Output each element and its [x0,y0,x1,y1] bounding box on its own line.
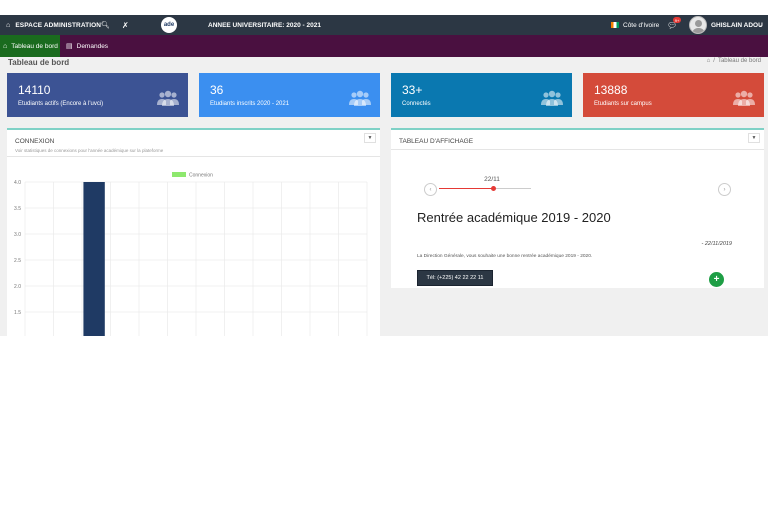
nav-item-label: Demandes [76,42,109,50]
nav-bar: ⌂ Tableau de bord ▤ Demandes [0,35,768,57]
y-tick-label: 2.5 [14,258,21,264]
stat-label: Connectés [402,101,431,107]
nav-item-tableau-de-bord[interactable]: ⌂ Tableau de bord [0,35,60,57]
nav-item-demandes[interactable]: ▤ Demandes [66,35,108,57]
y-tick-label: 4.0 [14,180,21,186]
connexion-chart: Connexion4.03.53.02.52.01.51.0 [14,172,368,336]
users-icon [157,90,179,106]
collapse-chevron-icon[interactable]: ▼ [364,133,376,143]
breadcrumb-separator: / [713,58,715,64]
breadcrumb: ⌂ / Tableau de bord [707,58,761,64]
brand[interactable]: ⌂ ESPACE ADMINISTRATION [6,15,101,35]
logo-text: ade [163,22,175,28]
page-title: Tableau de bord [8,58,70,67]
stat-card-enrolled-students[interactable]: 36 Etudiants inscrits 2020 - 2021 [199,73,380,117]
collapse-chevron-icon[interactable]: ▼ [748,133,760,143]
stat-value: 14110 [18,83,51,97]
stat-value: 33+ [402,83,423,97]
country-selector[interactable]: Côte d'Ivoire [611,15,659,35]
home-icon: ⌂ [6,21,11,29]
brand-label: ESPACE ADMINISTRATION [15,21,102,29]
top-bar: ⌂ ESPACE ADMINISTRATION 🔍︎ ✗ ade ANNEE U… [0,15,768,35]
panel-title: CONNEXION [15,138,55,145]
nav-item-label: Tableau de bord [11,42,58,50]
app-frame: ⌂ ESPACE ADMINISTRATION 🔍︎ ✗ ade ANNEE U… [0,15,768,336]
logo: ade [161,17,177,33]
y-tick-label: 1.5 [14,310,21,316]
users-icon [541,90,563,106]
add-icon[interactable]: + [709,272,724,287]
y-tick-label: 3.0 [14,232,21,238]
phone-button[interactable]: Tél: (+225) 42 22 22 11 [417,270,493,286]
legend-swatch [172,172,186,177]
panel-title: TABLEAU D'AFFICHAGE [399,138,474,145]
home-icon[interactable]: ⌂ [707,58,711,64]
ivory-coast-flag-icon [611,22,619,28]
username[interactable]: GHISLAIN ADOU [711,15,763,35]
stat-label: Etudiants sur campus [594,101,652,107]
users-icon [349,90,371,106]
stat-card-active-students[interactable]: 14110 Etudiants actifs (Encore à l'uvci) [7,73,188,117]
chevron-down-icon[interactable]: ⌄ [757,15,763,35]
previous-arrow-icon[interactable]: ‹ [424,183,437,196]
timeline-progress [439,188,494,189]
academic-year: ANNEE UNIVERSITAIRE: 2020 - 2021 [208,21,321,29]
y-tick-label: 3.5 [14,206,21,212]
users-icon [733,90,755,106]
slide-timeline[interactable] [439,186,531,191]
requests-icon: ▤ [66,43,73,50]
connexion-panel: CONNEXION Voir statistiques de connexion… [7,128,380,336]
stat-card-campus-students[interactable]: 13888 Etudiants sur campus [583,73,764,117]
announcement-date: - 22/11/2019 [701,241,732,247]
stat-card-connected[interactable]: 33+ Connectés [391,73,572,117]
stat-value: 36 [210,83,224,97]
legend-label: Connexion [189,173,213,179]
y-tick-label: 2.0 [14,284,21,290]
announcement-text: La Direction Générale, vous souhaite une… [417,254,593,259]
panel-subtitle: Voir statistiques de connexions pour l'a… [15,148,164,153]
stat-value: 13888 [594,83,628,97]
breadcrumb-current: Tableau de bord [717,58,761,64]
bar [83,182,105,336]
stat-label: Etudiants actifs (Encore à l'uvci) [18,101,104,107]
affichage-panel: TABLEAU D'AFFICHAGE ▼ ‹ 22/11 › Rentrée … [391,128,764,288]
search-icon[interactable]: 🔍︎ [101,15,110,35]
country-label: Côte d'Ivoire [623,21,660,29]
shuffle-icon[interactable]: ✗ [122,15,129,35]
panel-header: CONNEXION Voir statistiques de connexion… [7,130,380,157]
stat-label: Etudiants inscrits 2020 - 2021 [210,101,290,107]
timeline-marker[interactable] [490,186,496,191]
next-arrow-icon[interactable]: › [718,183,731,196]
avatar[interactable] [689,16,707,34]
announcement-title: Rentrée académique 2019 - 2020 [417,210,611,225]
slide-date: 22/11 [484,176,500,183]
panel-header: TABLEAU D'AFFICHAGE ▼ [391,130,764,150]
notification-badge: 9+ [673,17,681,23]
home-icon: ⌂ [3,42,8,50]
